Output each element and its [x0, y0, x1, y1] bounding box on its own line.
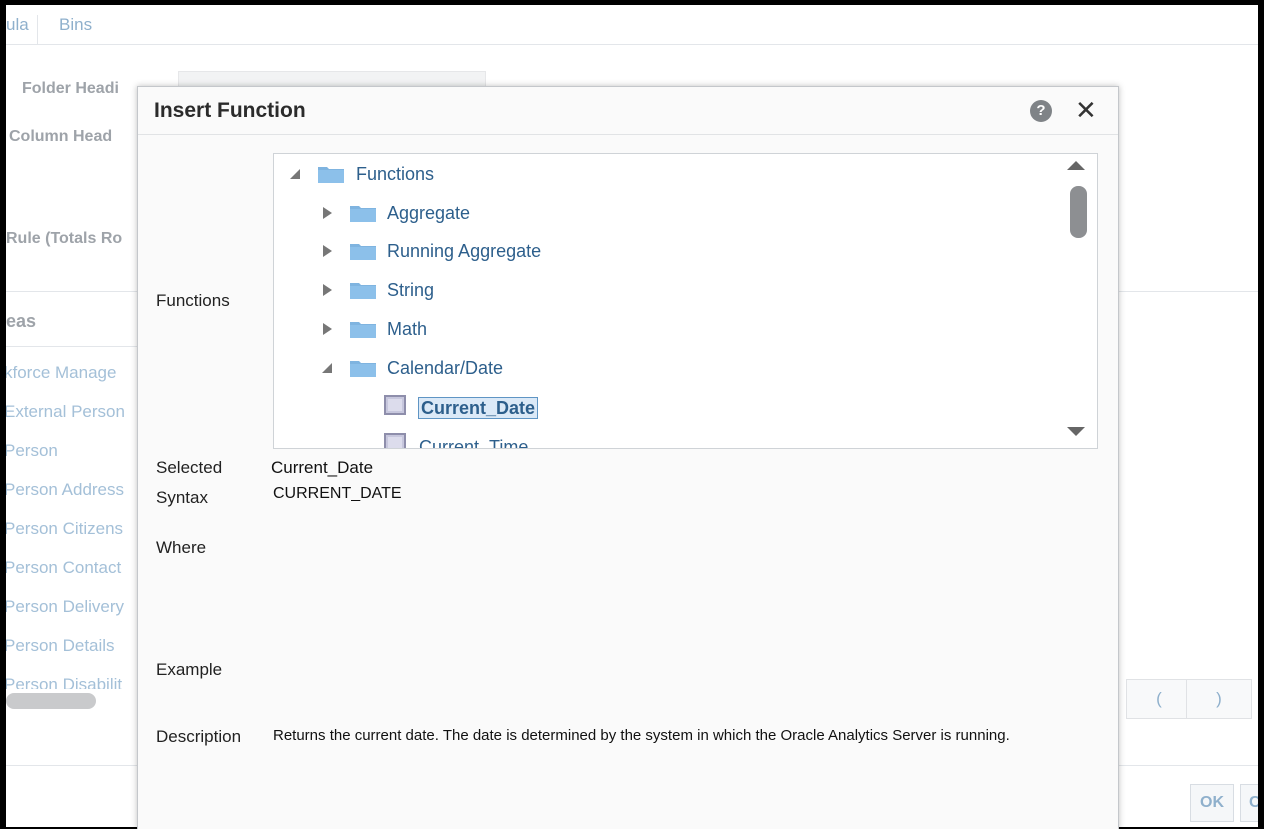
tree-node-label: Current_Time: [419, 437, 529, 449]
scroll-up-arrow-icon[interactable]: [1067, 161, 1085, 170]
tree-node-running-aggregate[interactable]: Running Aggregate: [320, 240, 580, 264]
column-heading-label: Column Head: [9, 128, 113, 145]
open-paren-button[interactable]: (: [1126, 679, 1192, 719]
collapsed-triangle-icon[interactable]: [320, 322, 334, 336]
expanded-triangle-icon[interactable]: [288, 167, 302, 181]
horizontal-scrollbar[interactable]: [6, 693, 96, 709]
example-label: Example: [156, 660, 223, 679]
insert-function-dialog: Insert Function ? ✕ Functions Functions …: [137, 86, 1119, 829]
tab-bins[interactable]: Bins: [59, 15, 92, 35]
subject-area-item[interactable]: Person Contact: [6, 558, 121, 578]
description-value: Returns the current date. The date is de…: [273, 727, 1010, 744]
syntax-value: CURRENT_DATE: [273, 485, 402, 502]
folder-icon: [350, 361, 376, 377]
ok-button[interactable]: OK: [1190, 784, 1234, 822]
tree-node-label: Running Aggregate: [387, 241, 542, 261]
function-icon: [384, 433, 406, 448]
folder-icon: [350, 206, 376, 222]
close-icon[interactable]: ✕: [1075, 96, 1097, 124]
function-icon: [384, 395, 406, 415]
vertical-scrollbar-thumb[interactable]: [1070, 186, 1087, 238]
help-icon[interactable]: ?: [1030, 100, 1052, 122]
folder-heading-label: Folder Headi: [22, 80, 119, 97]
subject-area-item[interactable]: Person Details: [6, 636, 115, 656]
aggregation-rule-label: Rule (Totals Ro: [6, 230, 123, 247]
tree-node-label: String: [387, 280, 435, 300]
subject-area-item[interactable]: Person Citizens: [6, 519, 123, 539]
folder-icon: [318, 167, 344, 183]
tree-node-label: Calendar/Date: [387, 358, 504, 378]
subject-area-item[interactable]: Person Delivery: [6, 597, 124, 617]
syntax-label: Syntax: [156, 488, 208, 507]
dialog-title: Insert Function: [154, 99, 306, 122]
collapsed-triangle-icon[interactable]: [320, 206, 334, 220]
scroll-down-arrow-icon[interactable]: [1067, 427, 1085, 436]
subject-area-item[interactable]: External Person: [6, 402, 125, 422]
subject-area-item[interactable]: Person Disabilit: [6, 675, 122, 689]
divider: [6, 346, 146, 347]
description-label: Description: [156, 727, 242, 746]
tree-node-string[interactable]: String: [320, 279, 520, 303]
tree-node-label: Aggregate: [387, 203, 471, 223]
subject-area-item[interactable]: Person: [6, 441, 58, 461]
tree-node-label: Functions: [356, 164, 435, 184]
tab-formula[interactable]: ula: [6, 15, 38, 45]
tree-node-functions[interactable]: Functions: [288, 163, 488, 187]
close-paren-button[interactable]: ): [1186, 679, 1252, 719]
cancel-button[interactable]: C: [1240, 784, 1258, 822]
folder-icon: [350, 244, 376, 260]
dialog-header: Insert Function ? ✕: [138, 87, 1118, 135]
folder-icon: [350, 322, 376, 338]
tree-node-aggregate[interactable]: Aggregate: [320, 202, 520, 226]
expanded-triangle-icon[interactable]: [320, 361, 334, 375]
subject-area-item[interactable]: Person Address: [6, 480, 124, 500]
tab-bar: ula Bins: [6, 5, 1258, 45]
collapsed-triangle-icon[interactable]: [320, 283, 334, 297]
folder-icon: [350, 283, 376, 299]
where-label: Where: [156, 538, 207, 557]
tree-node-current-date[interactable]: Current_Date: [384, 395, 584, 419]
tree-node-label-selected: Current_Date: [418, 397, 539, 419]
subject-areas-heading: eas: [6, 311, 37, 331]
selected-label: Selected: [156, 458, 223, 477]
tree-node-label: Math: [387, 319, 428, 339]
tree-node-calendar-date[interactable]: Calendar/Date: [320, 357, 560, 381]
collapsed-triangle-icon[interactable]: [320, 244, 334, 258]
tree-node-math[interactable]: Math: [320, 318, 520, 342]
tree-node-current-time[interactable]: Current_Time: [384, 433, 584, 449]
functions-label: Functions: [156, 291, 230, 310]
selected-value: Current_Date: [271, 458, 374, 477]
subject-area-item[interactable]: kforce Manage: [6, 363, 116, 383]
function-tree[interactable]: Functions Aggregate Running Aggregate St…: [273, 153, 1098, 449]
